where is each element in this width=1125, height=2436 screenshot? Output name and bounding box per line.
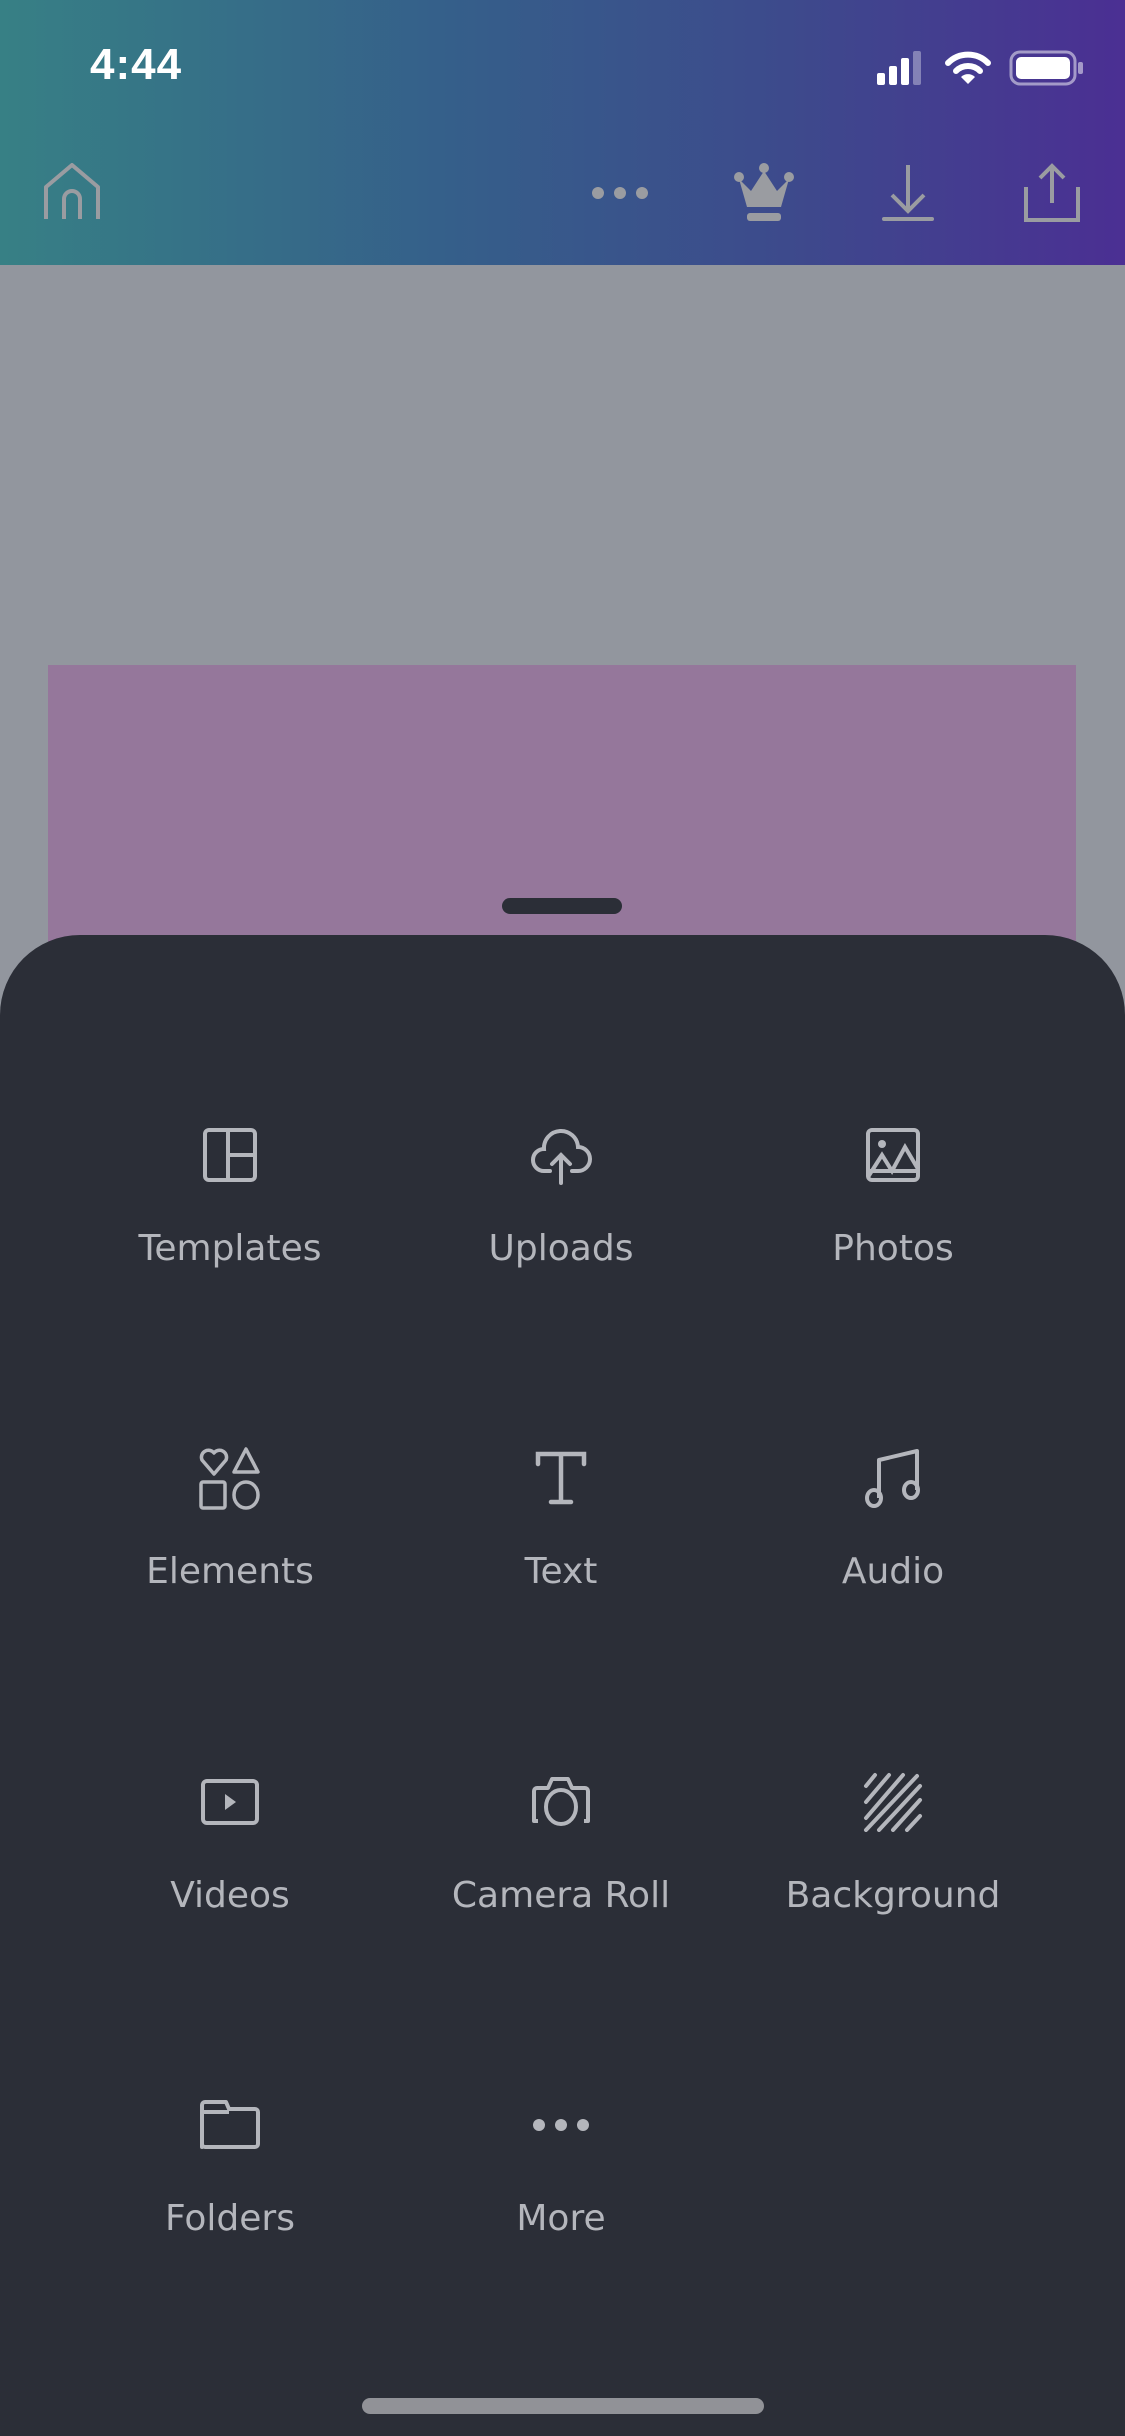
battery-icon (1009, 50, 1085, 86)
menu-item-photos[interactable]: Photos (728, 1120, 1058, 1320)
menu-item-label: Uploads (488, 1228, 634, 1269)
menu-item-label: Text (524, 1551, 598, 1592)
home-button[interactable] (37, 158, 107, 228)
more-dots-icon (590, 185, 650, 201)
video-play-icon (195, 1767, 265, 1837)
cloud-upload-icon (526, 1120, 596, 1190)
menu-item-audio[interactable]: Audio (728, 1443, 1058, 1643)
cellular-signal-icon (877, 51, 927, 85)
home-icon (42, 163, 102, 223)
camera-icon (526, 1767, 596, 1837)
menu-item-more[interactable]: More (396, 2090, 726, 2290)
home-indicator[interactable] (362, 2398, 764, 2414)
add-content-sheet: Templates Uploads Photos Elements Text A… (0, 935, 1125, 2436)
menu-item-label: More (516, 2198, 606, 2239)
menu-item-label: Audio (841, 1551, 945, 1592)
menu-item-folders[interactable]: Folders (65, 2090, 395, 2290)
wifi-icon (945, 51, 991, 85)
text-icon (526, 1443, 596, 1513)
folder-icon (195, 2090, 265, 2160)
top-toolbar: 4:44 (0, 0, 1125, 265)
more-options-button[interactable] (585, 158, 655, 228)
photo-icon (858, 1120, 928, 1190)
more-dots-icon (526, 2090, 596, 2160)
menu-item-background[interactable]: Background (728, 1767, 1058, 1967)
share-icon (1023, 163, 1081, 223)
shapes-icon (195, 1443, 265, 1513)
menu-item-elements[interactable]: Elements (65, 1443, 395, 1643)
menu-item-text[interactable]: Text (396, 1443, 726, 1643)
sheet-drag-handle[interactable] (502, 898, 622, 914)
status-time: 4:44 (90, 40, 183, 89)
templates-icon (195, 1120, 265, 1190)
crown-icon (733, 163, 795, 223)
menu-item-label: Templates (138, 1228, 322, 1269)
menu-item-camera-roll[interactable]: Camera Roll (396, 1767, 726, 1967)
menu-item-label: Elements (146, 1551, 314, 1592)
share-button[interactable] (1017, 158, 1087, 228)
download-button[interactable] (873, 158, 943, 228)
menu-item-uploads[interactable]: Uploads (396, 1120, 726, 1320)
premium-button[interactable] (729, 158, 799, 228)
menu-item-label: Background (785, 1875, 1001, 1916)
download-icon (880, 163, 936, 223)
menu-item-label: Folders (164, 2198, 295, 2239)
menu-item-videos[interactable]: Videos (65, 1767, 395, 1967)
menu-item-label: Camera Roll (451, 1875, 671, 1916)
status-icons (877, 50, 1085, 86)
music-note-icon (858, 1443, 928, 1513)
background-stripes-icon (858, 1767, 928, 1837)
menu-item-templates[interactable]: Templates (65, 1120, 395, 1320)
menu-item-label: Videos (170, 1875, 290, 1916)
menu-item-label: Photos (832, 1228, 954, 1269)
